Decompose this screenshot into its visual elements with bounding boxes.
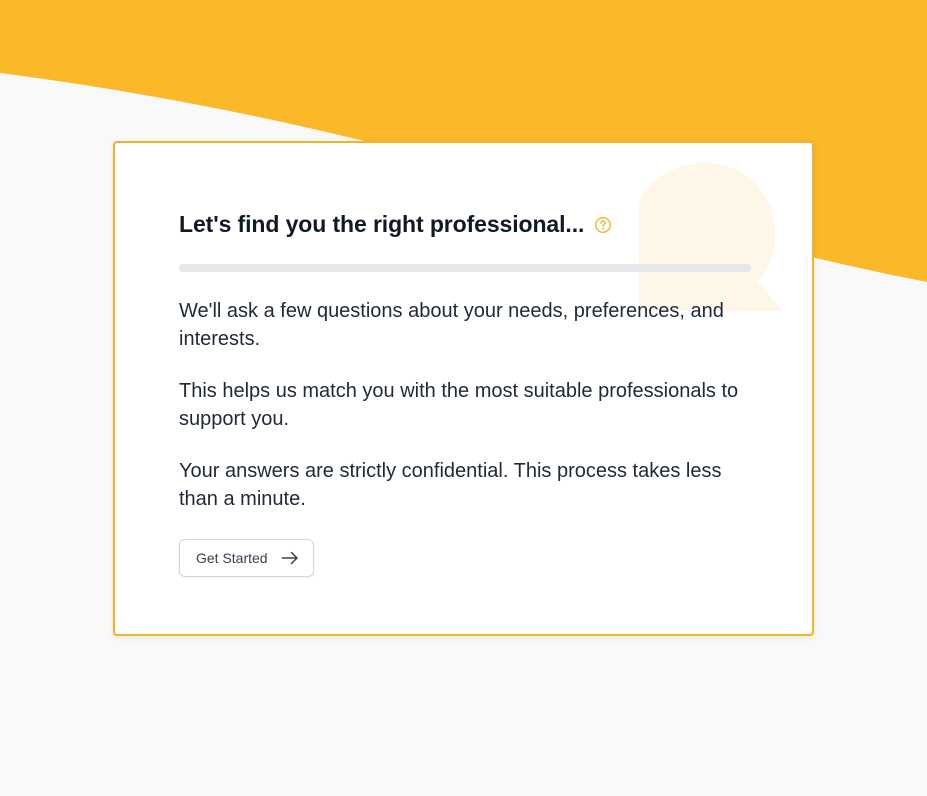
intro-paragraph-1: We'll ask a few questions about your nee…	[179, 300, 724, 350]
card-content: Let's find you the right professional...…	[179, 209, 754, 577]
arrow-right-icon	[281, 549, 299, 567]
intro-card: Let's find you the right professional...…	[113, 141, 814, 636]
get-started-button[interactable]: Get Started	[179, 539, 314, 577]
get-started-label: Get Started	[196, 550, 268, 566]
progress-bar	[179, 264, 751, 272]
page-title: Let's find you the right professional...	[179, 210, 585, 237]
intro-paragraph-3: Your answers are strictly confidential. …	[179, 460, 722, 510]
intro-paragraph-2: This helps us match you with the most su…	[179, 380, 739, 430]
question-circle-icon[interactable]	[594, 216, 612, 234]
title-row: Let's find you the right professional...	[179, 209, 754, 239]
